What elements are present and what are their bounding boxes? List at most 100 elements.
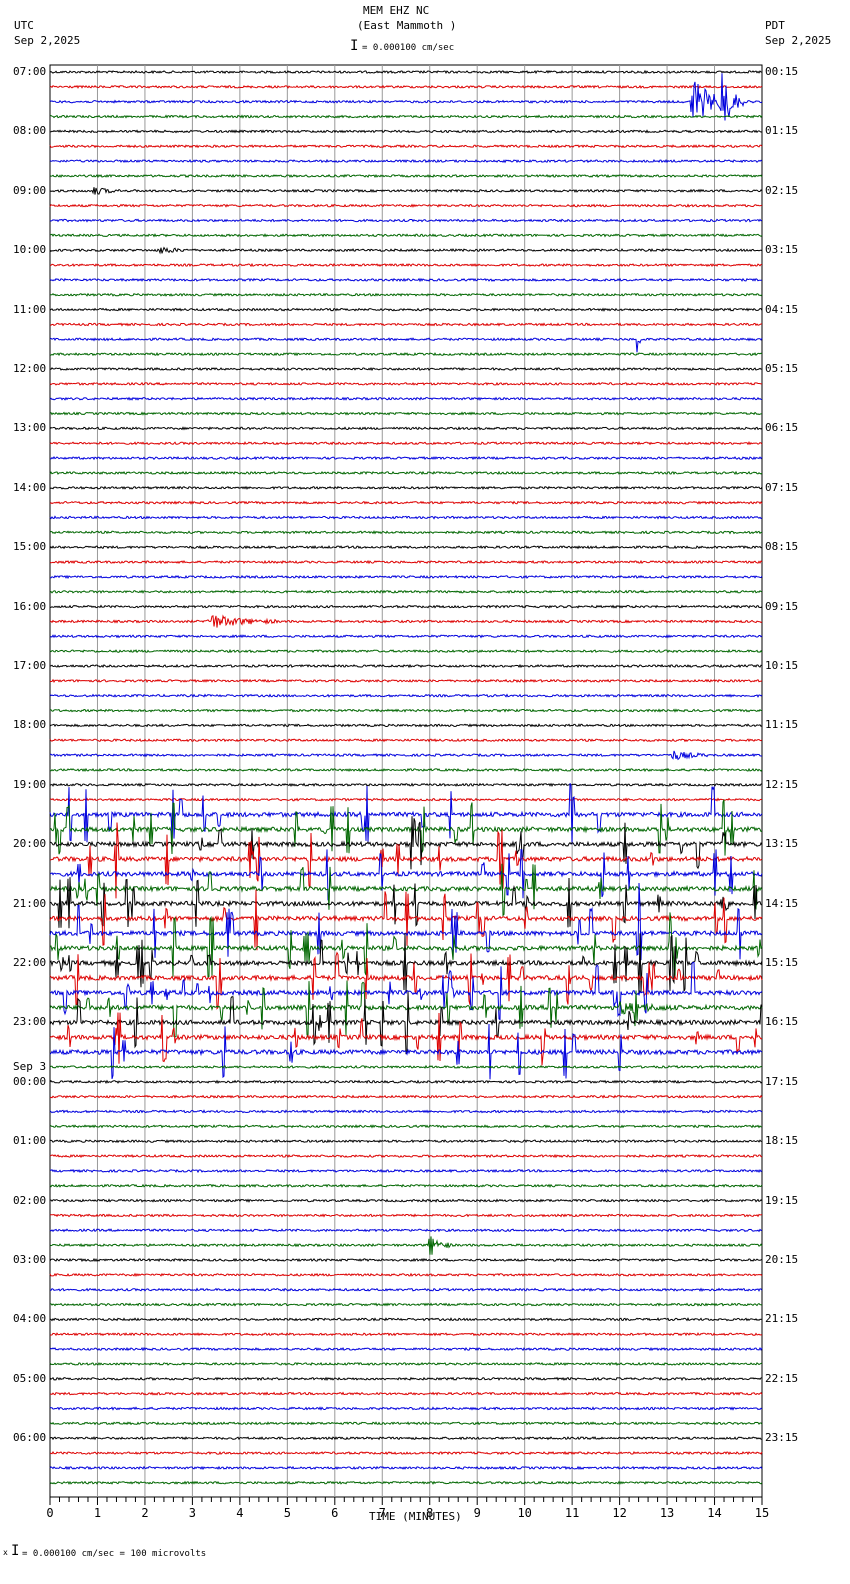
seismic-trace [49, 396, 763, 401]
seismic-trace [50, 663, 763, 669]
seismic-trace [49, 485, 763, 490]
seismic-trace [50, 351, 763, 357]
seismic-trace [49, 559, 763, 565]
seismic-trace [49, 470, 763, 476]
x-tick-label: 11 [565, 1506, 579, 1520]
x-tick-label: 14 [707, 1506, 721, 1520]
seismic-trace [49, 678, 763, 683]
seismic-trace [49, 73, 763, 121]
seismic-trace [49, 1465, 763, 1471]
seismic-trace [49, 426, 763, 431]
x-tick-label: 6 [331, 1506, 338, 1520]
seismic-trace [49, 277, 763, 283]
seismic-trace [50, 292, 763, 297]
seismic-trace [49, 1436, 763, 1441]
seismic-trace [49, 1139, 763, 1144]
seismic-trace [49, 816, 763, 870]
seismic-trace [49, 246, 763, 255]
seismic-trace [49, 1421, 763, 1426]
x-tick-label: 1 [94, 1506, 101, 1520]
seismic-trace [49, 1361, 763, 1367]
seismic-trace [49, 822, 763, 899]
x-tick-label: 4 [236, 1506, 243, 1520]
seismic-trace [49, 187, 763, 195]
seismic-trace [49, 648, 763, 654]
seismic-trace [49, 515, 763, 520]
seismic-trace [49, 441, 763, 446]
seismic-trace [49, 723, 763, 728]
trace-plot: 0 1 2 3 4 5 6 7 8 9 10 11 12 13 14 15 [46, 64, 769, 1520]
seismic-trace [49, 614, 763, 628]
seismic-trace [49, 1332, 763, 1337]
seismic-trace [49, 1023, 763, 1080]
seismic-trace [49, 173, 763, 179]
seismic-trace [49, 991, 763, 1055]
seismic-trace [49, 1257, 763, 1263]
seismic-trace [49, 381, 762, 386]
seismic-trace [49, 1302, 763, 1307]
seismic-trace [49, 1064, 763, 1070]
x-tick-label: 0 [46, 1506, 53, 1520]
seismic-trace [49, 530, 762, 535]
seismic-trace [49, 1198, 763, 1203]
seismic-trace [49, 545, 763, 550]
seismic-trace [49, 1287, 763, 1292]
seismic-trace [49, 933, 763, 994]
seismic-trace [49, 604, 763, 609]
seismic-trace [49, 1153, 763, 1159]
seismic-trace [49, 1124, 763, 1129]
seismic-trace [49, 1109, 763, 1114]
seismic-trace [49, 783, 763, 845]
seismic-trace [49, 889, 763, 951]
seismic-trace [49, 1168, 763, 1174]
seismic-trace [49, 574, 763, 580]
seismic-trace [49, 1391, 763, 1396]
seismic-trace [49, 767, 763, 773]
seismic-trace [49, 1376, 763, 1382]
seismic-trace [49, 218, 763, 223]
seismic-trace [50, 708, 763, 713]
x-tick-label: 7 [379, 1506, 386, 1520]
seismic-trace [49, 1317, 763, 1322]
seismic-trace [49, 1272, 763, 1278]
x-tick-label: 12 [612, 1506, 626, 1520]
seismic-trace [49, 1450, 763, 1456]
seismic-trace [49, 738, 763, 743]
x-tick-label: 15 [755, 1506, 769, 1520]
seismic-trace [49, 203, 763, 208]
seismic-trace [49, 589, 763, 594]
seismic-trace [49, 1236, 763, 1255]
x-tick-label: 9 [474, 1506, 481, 1520]
seismic-trace [49, 1183, 763, 1188]
seismic-trace [49, 797, 763, 802]
seismic-trace [49, 1094, 763, 1099]
seismic-trace [49, 129, 763, 134]
seismic-trace [49, 693, 763, 698]
seismic-trace [49, 307, 763, 312]
seismic-trace [49, 233, 763, 238]
seismic-trace [49, 337, 763, 353]
x-tick-label: 13 [660, 1506, 674, 1520]
seismic-trace [49, 144, 763, 149]
seismic-trace [49, 84, 763, 89]
x-tick-label: 10 [517, 1506, 531, 1520]
seismic-trace [49, 69, 763, 75]
seismic-trace [49, 1406, 763, 1411]
seismic-trace [49, 262, 763, 268]
x-tick-label: 3 [189, 1506, 196, 1520]
seismic-trace [49, 1213, 763, 1218]
seismic-trace [50, 455, 763, 461]
helicorder-chart: MEM EHZ NC (East Mammoth ) UTC Sep 2,202… [0, 0, 850, 1584]
seismic-trace [49, 1228, 763, 1233]
seismic-trace [49, 500, 763, 505]
seismic-trace [49, 782, 763, 788]
seismic-trace [49, 1079, 763, 1084]
seismic-trace [49, 634, 763, 639]
seismic-trace [49, 158, 763, 164]
seismic-trace [49, 411, 763, 416]
seismic-trace [49, 114, 763, 119]
seismic-trace [49, 750, 762, 761]
x-tick-label: 2 [141, 1506, 148, 1520]
seismic-trace [49, 1346, 763, 1352]
x-tick-label: 5 [284, 1506, 291, 1520]
